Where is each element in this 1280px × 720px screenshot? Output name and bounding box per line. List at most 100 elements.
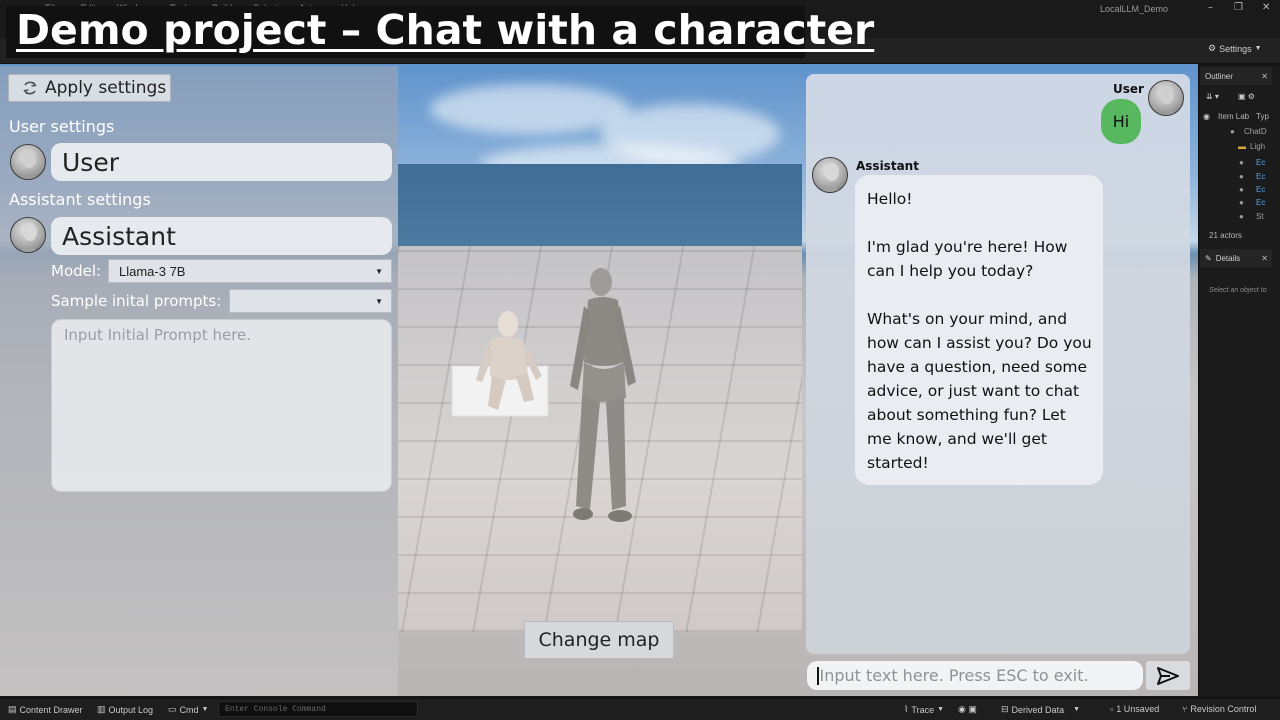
assistant-message-paragraph: What's on your mind, and how can I assis…: [867, 310, 1092, 472]
standing-mannequin: [570, 268, 636, 522]
revision-control-dropdown[interactable]: ⑂ Revision Control: [1182, 704, 1256, 714]
unsaved-label: 1 Unsaved: [1116, 704, 1160, 714]
derived-data-label: Derived Data: [1011, 704, 1065, 715]
close-icon[interactable]: ✕: [1262, 2, 1270, 13]
assistant-name-field[interactable]: Assistant: [51, 217, 392, 255]
log-icon: ▥: [97, 704, 106, 714]
settings-button[interactable]: ⚙ Settings ▼: [1208, 43, 1262, 54]
chat-input[interactable]: Input text here. Press ESC to exit.: [807, 661, 1143, 690]
outliner-row[interactable]: Ec: [1256, 198, 1265, 207]
actor-icon: ●: [1239, 212, 1244, 221]
model-value: Llama-3 7B: [119, 263, 186, 279]
visibility-icon: ◉: [1203, 112, 1210, 121]
outliner-row[interactable]: ChatD: [1244, 127, 1267, 136]
user-avatar[interactable]: [10, 144, 46, 180]
actor-icon: ●: [1230, 127, 1235, 136]
settings-label: Settings: [1219, 43, 1252, 54]
chevron-down-icon: ▼: [375, 267, 383, 276]
close-icon[interactable]: ✕: [1261, 72, 1268, 81]
model-select[interactable]: Llama-3 7B ▼: [108, 259, 392, 283]
cmd-dropdown[interactable]: ▭ Cmd ▼: [168, 704, 208, 715]
outliner-row[interactable]: Ec: [1256, 158, 1265, 167]
branch-icon: ⑂: [1182, 704, 1188, 714]
user-name-field[interactable]: User: [51, 143, 392, 181]
outliner-row[interactable]: Ec: [1256, 185, 1265, 194]
close-icon[interactable]: ✕: [1261, 254, 1268, 263]
actor-icon: ●: [1239, 198, 1244, 207]
trace-label: Trace: [911, 704, 935, 715]
chat-input-placeholder: Input text here. Press ESC to exit.: [819, 666, 1089, 685]
tab-details[interactable]: ✎ Details ✕: [1200, 249, 1272, 267]
actor-icon: ●: [1239, 185, 1244, 194]
page-title: Demo project – Chat with a character: [16, 6, 875, 54]
actor-icon: ●: [1239, 172, 1244, 181]
outliner-tab-label: Outliner: [1205, 71, 1234, 81]
apply-settings-label: Apply settings: [45, 78, 167, 98]
database-icon: ⊟: [1001, 704, 1009, 714]
output-log-label: Output Log: [108, 704, 154, 715]
unsaved-button[interactable]: ▫ 1 Unsaved: [1110, 704, 1159, 714]
model-label: Model:: [51, 262, 102, 280]
console-command-input[interactable]: Enter Console Command: [218, 701, 418, 717]
assistant-message-bubble: Hello! I'm glad you're here! How can I h…: [855, 175, 1103, 485]
chevron-down-icon: ▼: [1073, 706, 1081, 713]
output-log-button[interactable]: ▥ Output Log: [97, 704, 153, 715]
send-button[interactable]: [1146, 661, 1190, 690]
assistant-message-paragraph: I'm glad you're here! How can I help you…: [867, 238, 1068, 280]
initial-prompt-placeholder: Input Initial Prompt here.: [64, 326, 252, 344]
user-settings-heading: User settings: [9, 117, 115, 136]
chat-user-avatar: [1148, 80, 1184, 116]
window-title: LocalLLM_Demo: [1100, 4, 1169, 14]
chat-user-name: User: [1113, 82, 1144, 96]
chevron-down-icon: ▼: [201, 706, 209, 713]
outliner-column-label: Item Lab: [1218, 112, 1250, 121]
outliner-row[interactable]: St: [1256, 212, 1264, 221]
terminal-icon: ▭: [168, 704, 177, 714]
chat-assistant-avatar: [812, 157, 848, 193]
save-icon: ▫: [1110, 704, 1114, 714]
assistant-settings-heading: Assistant settings: [9, 190, 151, 209]
folder-icon: ▤: [8, 704, 17, 714]
chat-assistant-name: Assistant: [856, 159, 919, 173]
details-empty-text: Select an object to: [1209, 287, 1267, 294]
ocean-backdrop: [398, 164, 802, 250]
minimize-icon[interactable]: –: [1208, 2, 1213, 13]
folder-icon: ▬: [1238, 142, 1246, 151]
change-map-button[interactable]: Change map: [524, 621, 674, 659]
gear-icon: ⚙: [1208, 43, 1217, 53]
assistant-message-paragraph: Hello!: [867, 190, 913, 208]
actor-count: 21 actors: [1209, 231, 1242, 240]
initial-prompt-textarea[interactable]: Input Initial Prompt here.: [51, 319, 392, 492]
filter-icon[interactable]: ⇊ ▾: [1206, 92, 1219, 101]
sample-prompts-select[interactable]: ▼: [229, 289, 392, 313]
maximize-icon[interactable]: ❐: [1234, 2, 1243, 13]
refresh-icon: [23, 81, 37, 95]
trace-icon: ⌇: [904, 704, 909, 714]
revision-control-label: Revision Control: [1190, 704, 1257, 714]
chevron-down-icon: ▼: [375, 297, 383, 306]
outliner-row[interactable]: Ligh: [1250, 142, 1265, 151]
record-icon[interactable]: ◉ ▣: [958, 704, 977, 715]
cmd-label: Cmd: [179, 704, 199, 715]
actor-icon: ●: [1239, 158, 1244, 167]
chevron-down-icon: ▼: [1254, 45, 1262, 52]
sample-prompts-label: Sample inital prompts:: [51, 292, 222, 310]
content-drawer-button[interactable]: ▤ Content Drawer: [8, 704, 83, 715]
outliner-row[interactable]: Ec: [1256, 172, 1265, 181]
tab-outliner[interactable]: Outliner ✕: [1200, 67, 1272, 85]
outliner-column-type: Typ: [1256, 112, 1269, 121]
outliner-options-icon[interactable]: ▣ ⚙: [1238, 92, 1255, 101]
pencil-icon: ✎: [1205, 253, 1212, 263]
content-drawer-label: Content Drawer: [19, 704, 83, 715]
assistant-avatar[interactable]: [10, 217, 46, 253]
sitting-mannequin: [451, 311, 549, 417]
user-message-bubble: Hi: [1101, 99, 1141, 144]
text-cursor: [817, 666, 819, 685]
details-tab-label: Details: [1215, 253, 1241, 263]
chevron-down-icon: ▼: [937, 706, 945, 713]
trace-dropdown[interactable]: ⌇ Trace ▼: [904, 704, 944, 715]
apply-settings-button[interactable]: Apply settings: [8, 74, 171, 102]
send-icon: [1157, 666, 1179, 685]
derived-data-dropdown[interactable]: ⊟ Derived Data ▼: [1001, 704, 1080, 715]
console-placeholder: Enter Console Command: [225, 704, 326, 714]
